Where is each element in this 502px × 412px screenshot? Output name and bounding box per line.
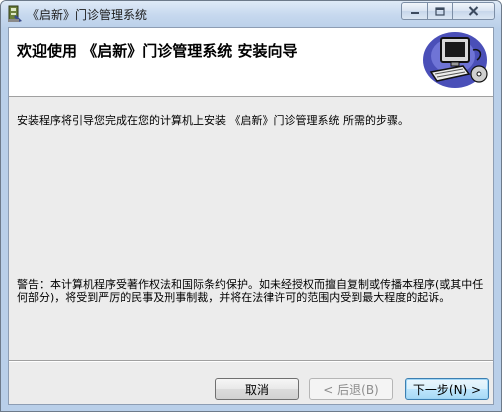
- intro-text: 安装程序将引导您完成在您的计算机上安装 《启新》门诊管理系统 所需的步骤。: [17, 114, 409, 127]
- app-installer-icon: [8, 5, 22, 22]
- title-bar[interactable]: 《启新》门诊管理系统: [1, 1, 501, 27]
- wizard-panel: 欢迎使用 《启新》门诊管理系统 安装向导 安装程序将引导您完成在您的计算机上安装…: [8, 27, 494, 405]
- maximize-button[interactable]: [427, 2, 452, 20]
- installer-window: 《启新》门诊管理系统 欢迎使用 《启新》门诊管理系统 安装向导 安装程序将引导您…: [0, 0, 502, 412]
- minimize-icon: [410, 12, 419, 14]
- window-title: 《启新》门诊管理系统: [27, 8, 148, 22]
- button-separator: [9, 360, 493, 362]
- close-icon: [468, 6, 479, 16]
- minimize-button[interactable]: [401, 2, 427, 20]
- caption-buttons: [401, 2, 495, 20]
- cancel-button[interactable]: 取消: [215, 378, 299, 400]
- computer-setup-icon: [423, 32, 488, 88]
- maximize-icon: [435, 6, 445, 16]
- wizard-banner: 欢迎使用 《启新》门诊管理系统 安装向导: [9, 28, 493, 97]
- close-button[interactable]: [452, 2, 495, 20]
- next-button[interactable]: 下一步(N) >: [405, 378, 489, 400]
- copyright-warning: 警告：本计算机程序受著作权法和国际条约保护。如未经授权而擅自复制或传播本程序(或…: [17, 278, 484, 304]
- back-button[interactable]: < 后退(B): [309, 378, 393, 400]
- banner-title: 欢迎使用 《启新》门诊管理系统 安装向导: [17, 42, 298, 60]
